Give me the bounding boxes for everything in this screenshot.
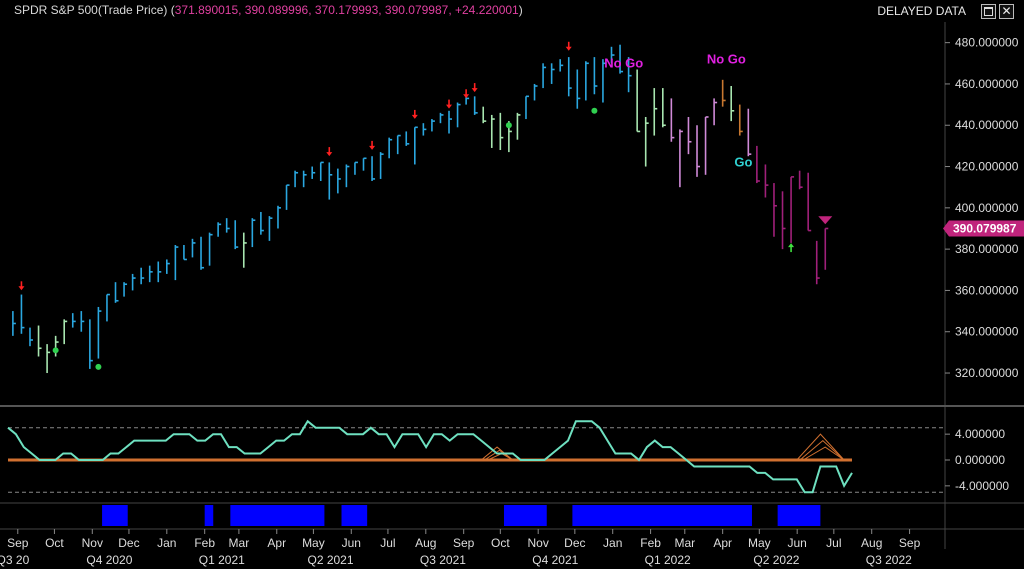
month-label: Sep xyxy=(899,536,921,550)
annotation-label: Go xyxy=(734,155,752,170)
last-price-tag-label: 390.079987 xyxy=(953,221,1017,235)
month-label: Aug xyxy=(861,536,882,550)
month-label: Aug xyxy=(415,536,436,550)
quarter-label: Q3 2022 xyxy=(866,553,912,567)
quarter-label: Q2 2021 xyxy=(307,553,353,567)
month-label: Dec xyxy=(118,536,139,550)
month-label: Oct xyxy=(491,536,510,550)
event-bar xyxy=(102,505,128,526)
month-label: Apr xyxy=(267,536,286,550)
event-bar xyxy=(341,505,368,526)
go-dot xyxy=(52,347,59,354)
month-label: Apr xyxy=(713,536,732,550)
month-label: May xyxy=(748,536,771,550)
down-arrow xyxy=(18,286,25,291)
price-tick-label: 420.000000 xyxy=(955,160,1019,174)
month-label: Jul xyxy=(826,536,841,550)
month-label: May xyxy=(302,536,325,550)
down-arrow xyxy=(446,104,453,109)
quarter-label: Q1 2021 xyxy=(199,553,245,567)
month-label: Jun xyxy=(788,536,807,550)
month-label: Mar xyxy=(674,536,695,550)
quarter-label: Q2 2022 xyxy=(753,553,799,567)
quarter-label: Q4 2021 xyxy=(532,553,578,567)
up-arrow xyxy=(788,243,795,248)
month-label: Jun xyxy=(342,536,361,550)
go-dot xyxy=(591,107,598,114)
quarter-label: Q3 2021 xyxy=(420,553,466,567)
quarter-label: Q1 2022 xyxy=(645,553,691,567)
price-tick-label: 400.000000 xyxy=(955,201,1019,215)
month-label: Jul xyxy=(380,536,395,550)
price-tick-label: 340.000000 xyxy=(955,325,1019,339)
markers xyxy=(18,41,833,370)
annotation-label: No Go xyxy=(707,51,746,66)
neutral-burst xyxy=(799,439,845,461)
price-axis: 480.000000 460.000000 440.000000 420.000000… xyxy=(945,36,1019,380)
down-arrow xyxy=(471,88,478,93)
annotation-label: No Go xyxy=(604,55,643,70)
month-label: Sep xyxy=(453,536,475,550)
event-bar xyxy=(572,505,752,526)
frames xyxy=(0,22,1024,549)
month-label: Mar xyxy=(229,536,250,550)
down-arrow xyxy=(565,46,572,51)
event-bar xyxy=(204,505,214,526)
month-label: Feb xyxy=(640,536,661,550)
month-label: Oct xyxy=(45,536,64,550)
oscillator-pane: 4.000000 0.000000 -4.000000 xyxy=(7,419,1009,494)
time-axis: Sep Oct Nov Dec Jan Feb Mar Apr May Jun Jul Aug Sep O… xyxy=(0,529,921,567)
month-label: Feb xyxy=(194,536,215,550)
price-tick-label: 320.000000 xyxy=(955,366,1019,380)
price-tick-label: 440.000000 xyxy=(955,118,1019,132)
go-dot xyxy=(95,363,102,370)
quarter-label: Q3 20 xyxy=(0,553,30,567)
down-arrow xyxy=(326,152,333,157)
chart-canvas: 480.000000 460.000000 440.000000 420.000000… xyxy=(0,22,1024,567)
event-bar-pane xyxy=(102,505,821,526)
event-bar xyxy=(777,505,821,526)
month-label: Jan xyxy=(157,536,176,550)
last-price-triangle xyxy=(818,216,833,225)
price-tick-label: 480.000000 xyxy=(955,36,1019,50)
go-dot xyxy=(505,122,512,129)
price-tick-label: 360.000000 xyxy=(955,283,1019,297)
price-bars xyxy=(12,44,829,374)
oscillator-line xyxy=(7,419,853,494)
event-bar xyxy=(230,505,325,526)
osc-tick-label: 0.000000 xyxy=(955,453,1005,467)
month-label: Nov xyxy=(528,536,549,550)
annotations: No Go No Go Go xyxy=(604,51,752,169)
event-bar xyxy=(503,505,547,526)
osc-tick-label: -4.000000 xyxy=(955,479,1009,493)
quarter-label: Q4 2020 xyxy=(86,553,132,567)
month-label: Sep xyxy=(7,536,29,550)
price-tick-label: 380.000000 xyxy=(955,242,1019,256)
price-tick-label: 460.000000 xyxy=(955,77,1019,91)
osc-tick-label: 4.000000 xyxy=(955,427,1005,441)
down-arrow xyxy=(369,145,376,150)
down-arrow xyxy=(411,114,418,119)
month-label: Dec xyxy=(564,536,585,550)
month-label: Jan xyxy=(603,536,622,550)
month-label: Nov xyxy=(82,536,103,550)
